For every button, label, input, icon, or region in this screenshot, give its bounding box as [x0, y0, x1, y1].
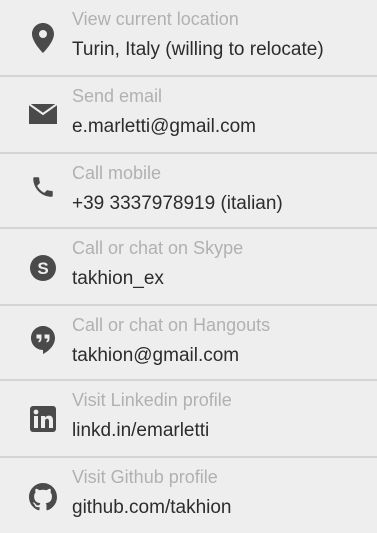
location-pin-icon: [24, 19, 62, 57]
email-icon: [24, 95, 62, 133]
contact-label: Send email: [72, 86, 163, 106]
contact-label: View current location: [72, 9, 239, 29]
phone-icon: [24, 168, 62, 206]
svg-text:S: S: [37, 259, 48, 278]
contact-item-linkedin[interactable]: Visit Linkedin profile linkd.in/emarlett…: [0, 381, 377, 456]
contact-item-phone[interactable]: Call mobile +39 3337978919 (italian): [0, 154, 377, 229]
skype-icon: S: [24, 249, 62, 287]
contact-item-location[interactable]: View current location Turin, Italy (will…: [0, 0, 377, 75]
contact-item-email[interactable]: Send email e.marletti@gmail.com: [0, 77, 377, 152]
contact-value[interactable]: Turin, Italy (willing to relocate): [72, 38, 324, 62]
contact-label: Visit Linkedin profile: [72, 390, 232, 410]
contact-item-github[interactable]: Visit Github profile github.com/takhion: [0, 458, 377, 533]
github-icon: [24, 478, 62, 516]
contact-label: Call or chat on Hangouts: [72, 315, 271, 335]
contact-label: Call mobile: [72, 163, 162, 183]
contact-label: Visit Github profile: [72, 467, 218, 487]
contact-item-hangouts[interactable]: Call or chat on Hangouts takhion@gmail.c…: [0, 306, 377, 381]
contact-value[interactable]: linkd.in/emarletti: [72, 419, 209, 443]
contact-label: Call or chat on Skype: [72, 238, 244, 258]
contact-item-skype[interactable]: S Call or chat on Skype takhion_ex: [0, 229, 377, 304]
contact-list: View current location Turin, Italy (will…: [0, 0, 377, 527]
linkedin-icon: [24, 400, 62, 438]
contact-value[interactable]: github.com/takhion: [72, 496, 232, 520]
contact-value[interactable]: takhion_ex: [72, 267, 164, 291]
hangouts-icon: [24, 321, 62, 359]
contact-value[interactable]: takhion@gmail.com: [72, 344, 239, 368]
contact-value[interactable]: e.marletti@gmail.com: [72, 115, 256, 139]
contact-value[interactable]: +39 3337978919 (italian): [72, 192, 283, 216]
